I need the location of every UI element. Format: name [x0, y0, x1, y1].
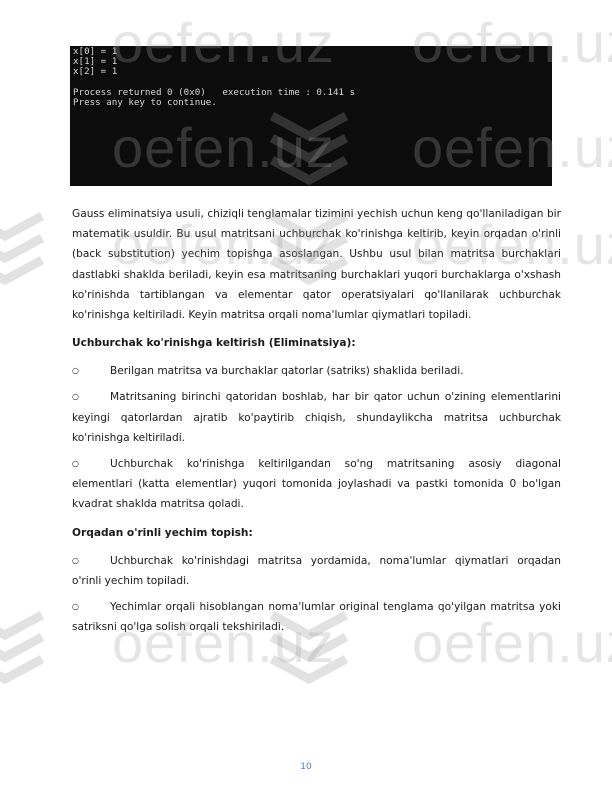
elimination-list: ○ Berilgan matritsa va burchaklar qatorl… [72, 361, 561, 514]
list-item-text: Berilgan matritsa va burchaklar qatorlar… [110, 365, 464, 378]
bullet-circle-icon: ○ [72, 555, 79, 565]
console-text: x[0] = 1 x[1] = 1 x[2] = 1 Process retur… [70, 46, 552, 109]
list-item: ○ Yechimlar orqali hisoblangan noma'luml… [72, 597, 561, 637]
console-output-screenshot: x[0] = 1 x[1] = 1 x[2] = 1 Process retur… [70, 46, 552, 186]
back-substitution-list: ○ Uchburchak ko'rinishdagi matritsa yord… [72, 551, 561, 638]
bullet-circle-icon: ○ [72, 366, 79, 376]
watermark-logo-icon [0, 611, 45, 685]
bullet-circle-icon: ○ [72, 392, 79, 402]
list-item: ○ Uchburchak ko'rinishga keltirilgandan … [72, 454, 561, 515]
console-line: Press any key to continue. [73, 97, 217, 109]
section-heading-back-substitution: Orqadan o'rinli yechim topish: [72, 526, 253, 539]
list-item: ○ Uchburchak ko'rinishdagi matritsa yord… [72, 551, 561, 591]
list-item: ○ Berilgan matritsa va burchaklar qatorl… [72, 361, 561, 381]
list-item-text: Uchburchak ko'rinishdagi matritsa yordam… [72, 554, 561, 587]
list-item-text: Matritsaning birinchi qatoridan boshlab,… [72, 391, 561, 444]
bullet-circle-icon: ○ [72, 459, 79, 469]
page-number: 10 [300, 762, 312, 772]
section-heading-elimination: Uchburchak ko'rinishga keltirish (Elimin… [72, 337, 356, 350]
watermark-logo-icon [0, 212, 45, 286]
list-item-text: Uchburchak ko'rinishga keltirilgandan so… [72, 458, 561, 511]
console-line: x[2] = 1 [73, 66, 118, 78]
bullet-circle-icon: ○ [72, 602, 79, 612]
intro-paragraph: Gauss eliminatsiya usuli, chiziqli tengl… [72, 208, 561, 322]
list-item-text: Yechimlar orqali hisoblangan noma'lumlar… [72, 601, 561, 634]
document-body: Gauss eliminatsiya usuli, chiziqli tengl… [72, 204, 561, 643]
list-item: ○ Matritsaning birinchi qatoridan boshla… [72, 387, 561, 448]
